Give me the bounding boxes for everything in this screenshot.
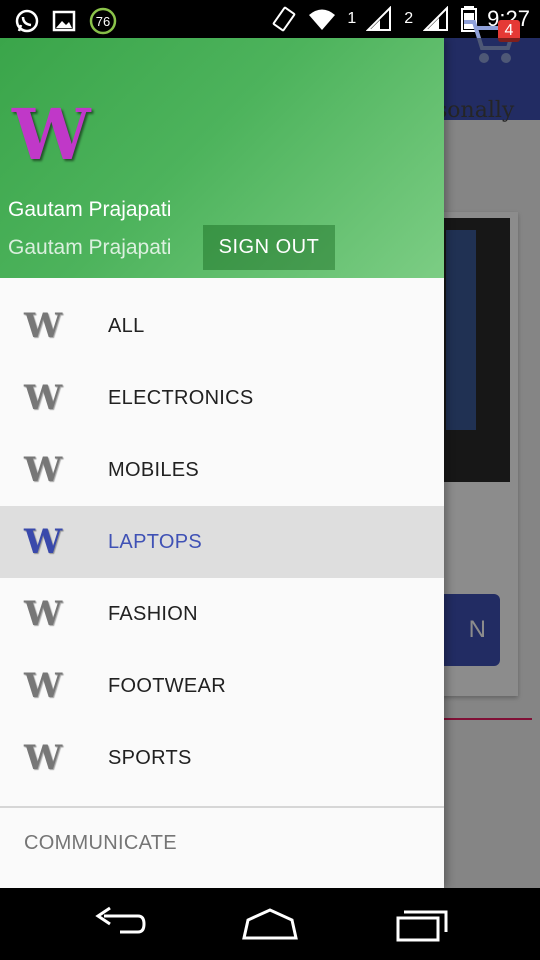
vibrate-icon	[273, 6, 296, 32]
navigation-drawer: W Gautam Prajapati Gautam Prajapati SIGN…	[0, 38, 444, 888]
menu-item-label: MOBILES	[108, 459, 200, 481]
menu-item-laptops[interactable]: W LAPTOPS	[0, 506, 444, 578]
back-icon[interactable]	[90, 902, 150, 946]
menu-item-fashion[interactable]: W FASHION	[0, 578, 444, 650]
menu-item-all[interactable]: W ALL	[0, 290, 444, 362]
user-name: Gautam Prajapati	[8, 198, 172, 221]
recents-icon[interactable]	[392, 902, 452, 946]
status-left-icons: 76	[14, 6, 118, 36]
image-icon	[52, 10, 76, 32]
menu-item-mobiles[interactable]: W MOBILES	[0, 434, 444, 506]
status-bar: 76 1 2 9:27	[0, 0, 540, 38]
signal-icon	[423, 6, 449, 31]
section-title-communicate: COMMUNICATE	[24, 832, 177, 854]
menu-item-sports[interactable]: W SPORTS	[0, 722, 444, 794]
whatsapp-icon	[15, 9, 39, 33]
menu-item-label: FOOTWEAR	[108, 675, 226, 697]
menu-item-footwear[interactable]: W FOOTWEAR	[0, 650, 444, 722]
category-icon: W	[24, 522, 63, 562]
category-icon: W	[24, 450, 63, 490]
signal-icon	[366, 6, 392, 31]
category-icon: W	[24, 378, 63, 418]
category-icon: W	[24, 738, 63, 778]
drawer-header: W Gautam Prajapati Gautam Prajapati SIGN…	[0, 38, 444, 278]
category-icon: W	[24, 306, 63, 346]
signal-label-2: 2	[404, 10, 414, 27]
sync-icon: 76	[89, 7, 117, 35]
menu-item-electronics[interactable]: W ELECTRONICS	[0, 362, 444, 434]
drawer-menu: W ALL W ELECTRONICS W MOBILES W LAPTOPS …	[0, 290, 444, 794]
wifi-icon	[309, 9, 336, 30]
menu-item-label: ELECTRONICS	[108, 387, 254, 409]
menu-item-label: FASHION	[108, 603, 198, 625]
category-icon: W	[24, 594, 63, 634]
menu-item-label: SPORTS	[108, 747, 192, 769]
system-nav-bar	[0, 888, 540, 960]
sign-out-button[interactable]: SIGN OUT	[203, 225, 335, 270]
signal-label-1: 1	[347, 10, 357, 27]
app-logo: W	[12, 93, 91, 176]
drawer-divider	[0, 806, 444, 808]
user-subtitle: Gautam Prajapati	[8, 236, 172, 259]
menu-item-label: LAPTOPS	[108, 531, 202, 553]
menu-item-label: ALL	[108, 315, 145, 337]
notification-badge: 76	[96, 14, 110, 29]
category-icon: W	[24, 666, 63, 706]
home-icon[interactable]	[240, 902, 300, 946]
